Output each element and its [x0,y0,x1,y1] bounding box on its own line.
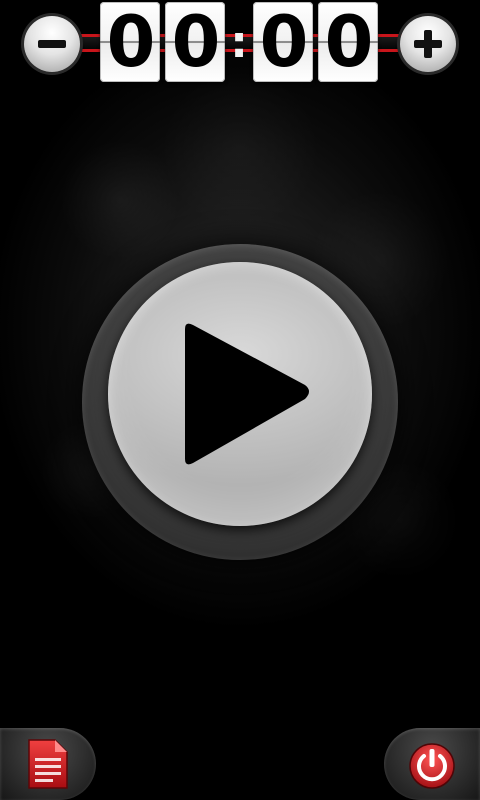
seconds-tens-digit: 0 [253,2,313,82]
time-separator: : [230,17,248,68]
minutes-tens-value: 0 [106,2,156,82]
play-icon [185,323,309,465]
notes-button[interactable] [0,728,96,800]
minutes-tens-digit: 0 [100,2,160,82]
seconds-tens-value: 0 [259,2,309,82]
increment-button[interactable] [400,16,456,72]
seconds-ones-digit: 0 [318,2,378,82]
play-button[interactable] [108,262,372,526]
power-button[interactable] [384,728,480,800]
minutes-ones-digit: 0 [165,2,225,82]
document-icon [28,739,68,789]
plus-icon [414,30,442,58]
power-icon [409,743,455,789]
minus-icon [38,40,66,48]
timer-bar: 0 0 : 0 0 [22,2,458,82]
timer-screen: 0 0 : 0 0 [0,0,480,800]
minutes-ones-value: 0 [171,2,221,82]
seconds-ones-value: 0 [324,2,374,82]
decrement-button[interactable] [24,16,80,72]
